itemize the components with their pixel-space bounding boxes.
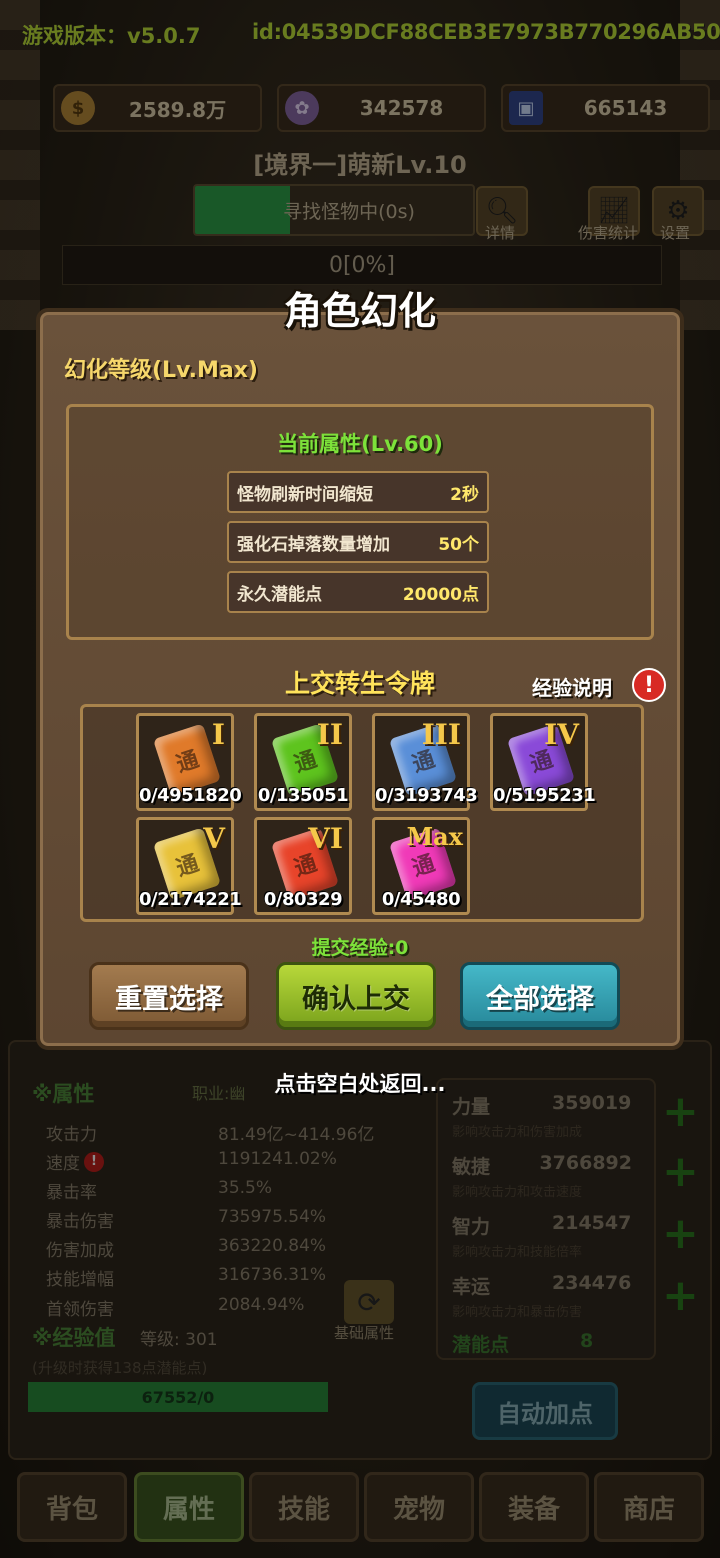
- exclamation-icon[interactable]: !: [632, 668, 666, 702]
- property-row: 永久潜能点 20000点: [227, 571, 489, 613]
- token-count: 0/5195231: [493, 785, 596, 806]
- token-slot-3[interactable]: 通 III 0/3193743: [372, 713, 478, 811]
- token-count: 0/80329: [263, 889, 343, 910]
- token-rank: I: [211, 718, 225, 751]
- property-name: 永久潜能点: [237, 584, 322, 605]
- token-count: 0/2174221: [139, 889, 242, 910]
- token-slot-4[interactable]: 通 IV 0/5195231: [490, 713, 596, 811]
- token-slot-5[interactable]: 通 V 0/2174221: [136, 817, 242, 915]
- token-slot-1[interactable]: 通 I 0/4951820: [136, 713, 242, 811]
- token-count: 0/3193743: [375, 785, 478, 806]
- property-row: 强化石掉落数量增加 50个: [227, 521, 489, 563]
- property-row: 怪物刷新时间缩短 2秒: [227, 471, 489, 513]
- reset-selection-button[interactable]: 重置选择: [89, 962, 249, 1030]
- hand-in-title: 上交转生令牌: [284, 669, 435, 698]
- token-rank: VI: [308, 822, 343, 855]
- property-value: 50个: [438, 534, 479, 555]
- token-rank: IV: [544, 718, 579, 751]
- exp-help-label[interactable]: 经验说明: [532, 672, 612, 701]
- property-value: 20000点: [402, 584, 479, 605]
- transform-level-label: 幻化等级(Lv.Max): [64, 358, 258, 383]
- token-count: 0/45480: [381, 889, 461, 910]
- token-slot-6[interactable]: 通 VI 0/80329: [254, 817, 352, 915]
- token-slot-7[interactable]: 通 Max 0/45480: [372, 817, 470, 915]
- submit-exp-label: 提交经验:0: [311, 937, 409, 959]
- token-slot-2[interactable]: 通 II 0/135051: [254, 713, 352, 811]
- select-all-button[interactable]: 全部选择: [460, 962, 620, 1030]
- back-hint: 点击空白处返回...: [274, 1072, 446, 1096]
- property-name: 强化石掉落数量增加: [237, 534, 390, 555]
- confirm-submit-button[interactable]: 确认上交: [276, 962, 436, 1030]
- property-value: 2秒: [450, 484, 479, 505]
- token-count: 0/135051: [257, 785, 349, 806]
- token-rank: II: [316, 718, 343, 751]
- token-rank: V: [203, 822, 225, 855]
- modal-title: 角色幻化: [283, 289, 436, 333]
- current-properties-title: 当前属性(Lv.60): [277, 432, 443, 456]
- token-rank: III: [421, 718, 461, 751]
- property-name: 怪物刷新时间缩短: [237, 484, 373, 505]
- token-rank: Max: [406, 822, 463, 851]
- token-count: 0/4951820: [139, 785, 242, 806]
